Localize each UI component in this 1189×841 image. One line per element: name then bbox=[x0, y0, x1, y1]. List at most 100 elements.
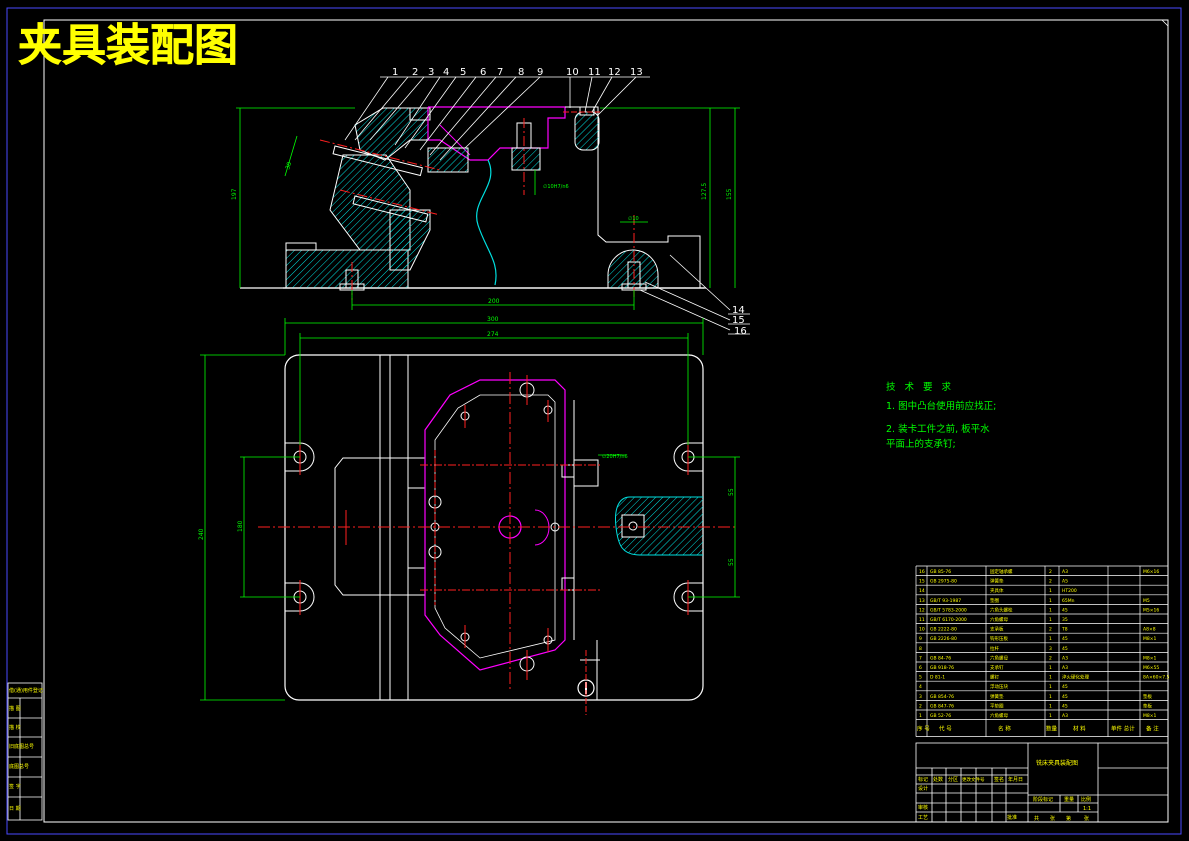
part-row-name: 螺钉 bbox=[990, 674, 999, 681]
part-row-note: M8×1 bbox=[1143, 636, 1157, 642]
part-row-qty: 2 bbox=[1049, 627, 1052, 633]
dim-top-inner-width: 274 bbox=[487, 331, 499, 338]
dim-front-angle: 30 bbox=[284, 161, 293, 171]
part-row-no: 2 bbox=[919, 703, 922, 709]
front-view bbox=[240, 106, 706, 300]
scale-label: 比例 bbox=[1081, 796, 1091, 803]
weight-label: 重量 bbox=[1064, 796, 1074, 803]
side-label-1: 描 图 bbox=[9, 705, 21, 712]
part-row-material: 45 bbox=[1062, 607, 1068, 613]
note-line-3: 平面上的支承钉; bbox=[886, 439, 956, 450]
part-row-code: GB 2226-80 bbox=[930, 636, 957, 642]
balloon-2: 2 bbox=[412, 67, 418, 78]
part-row-note: M5 bbox=[1143, 598, 1150, 604]
part-row-code: GB/T 93-1987 bbox=[930, 598, 961, 604]
technical-notes: 技 术 要 求 1. 图中凸台使用前应找正; 2. 装卡工件之前, 板平水 平面… bbox=[886, 380, 996, 452]
part-row-no: 11 bbox=[919, 617, 925, 623]
part-row-code: GB 85-76 bbox=[930, 569, 951, 575]
part-row-material: A3 bbox=[1062, 713, 1068, 719]
balloon-15: 15 bbox=[732, 315, 745, 326]
balloon-13: 13 bbox=[630, 67, 643, 78]
side-label-3: 旧底图总号 bbox=[9, 743, 34, 750]
part-row-material: A3 bbox=[1062, 665, 1068, 671]
part-row-code: D 81-1 bbox=[930, 675, 945, 681]
notes-heading: 技 术 要 求 bbox=[886, 382, 955, 393]
part-row-name: 平垫圈 bbox=[990, 702, 1004, 709]
part-row-name: 钩形压板 bbox=[990, 635, 1008, 642]
part-row-qty: 1 bbox=[1049, 684, 1052, 690]
dim-front-small: ∅10H7/n6 bbox=[543, 184, 569, 190]
balloon-4: 4 bbox=[443, 67, 449, 78]
dim-top-right1: 55 bbox=[728, 488, 735, 496]
part-row-name: 浮动压块 bbox=[990, 683, 1008, 690]
part-row-material: 45 bbox=[1062, 694, 1068, 700]
role-process: 工艺 bbox=[918, 815, 928, 821]
part-row-qty: 1 bbox=[1049, 703, 1052, 709]
part-row-note: 垫板 bbox=[1143, 702, 1152, 709]
note-line-1: 1. 图中凸台使用前应找正; bbox=[886, 401, 997, 412]
sheet-total-a: 共 bbox=[1034, 815, 1039, 822]
part-row-code: GB 918-76 bbox=[930, 665, 954, 671]
parts-header-0: 序 号 bbox=[917, 725, 930, 733]
part-row-note: M8×1 bbox=[1143, 655, 1157, 661]
assembly-drawing: 夹具装配图 197 127.5 155 200 30 ∅10H7/n6 ∅10 … bbox=[6, 7, 1182, 835]
part-row-material: A3 bbox=[1062, 569, 1068, 575]
parts-table: 16 GB 85-76 固定轴承螺 2 A3 M6×1615 GB 2975-80 弹簧垫 2 A… bbox=[915, 565, 1170, 737]
part-row-qty: 1 bbox=[1049, 598, 1052, 604]
part-row-material: 淬火硬化处理 bbox=[1062, 674, 1089, 681]
parts-header-2: 名 称 bbox=[998, 725, 1011, 733]
part-row-no: 7 bbox=[919, 655, 922, 661]
part-row-no: 8 bbox=[919, 646, 922, 652]
part-row-qty: 1 bbox=[1049, 636, 1052, 642]
part-row-note: M6×55 bbox=[1143, 665, 1159, 671]
part-row-name: 支承板 bbox=[990, 626, 1004, 633]
drawing-name: 铣床夹具装配图 bbox=[1036, 759, 1078, 767]
part-row-name: 拉杆 bbox=[990, 645, 999, 652]
dim-front-height-left: 197 bbox=[231, 188, 238, 200]
side-label-5: 签 字 bbox=[9, 783, 21, 790]
dim-top-right2: 55 bbox=[728, 558, 735, 566]
part-row-name: 支承钉 bbox=[990, 664, 1004, 671]
dim-top-overall-width: 300 bbox=[487, 316, 499, 323]
balloon-5: 5 bbox=[460, 67, 466, 78]
stage-label: 阶段标记 bbox=[1033, 796, 1053, 803]
part-row-no: 9 bbox=[919, 636, 922, 642]
part-row-name: 固定轴承螺 bbox=[990, 568, 1013, 575]
balloon-7: 7 bbox=[497, 67, 503, 78]
part-row-qty: 1 bbox=[1049, 617, 1052, 623]
part-row-code: GB/T 5783-2000 bbox=[930, 607, 967, 613]
part-row-no: 1 bbox=[919, 713, 922, 719]
sheet-border-inner bbox=[43, 19, 1169, 823]
part-row-no: 13 bbox=[919, 598, 925, 604]
part-row-code: GB 84-76 bbox=[930, 655, 951, 661]
parts-header-6: 备 注 bbox=[1146, 725, 1159, 733]
part-row-note: M6×16 bbox=[1143, 569, 1159, 575]
side-label-2: 描 校 bbox=[9, 724, 21, 731]
part-row-code: GB 847-76 bbox=[930, 703, 954, 709]
dim-front-height-right1: 127.5 bbox=[701, 183, 708, 200]
part-row-no: 4 bbox=[919, 684, 922, 690]
drawing-title: 夹具装配图 bbox=[18, 20, 238, 71]
title-label-mark: 标记 bbox=[918, 776, 928, 783]
balloon-12: 12 bbox=[608, 67, 621, 78]
sheet-total-b: 张 bbox=[1050, 815, 1055, 822]
balloon-9: 9 bbox=[537, 67, 543, 78]
part-row-material: T8 bbox=[1061, 627, 1068, 633]
part-row-note: 8A×60×7.5 bbox=[1143, 675, 1170, 681]
part-row-material: A3 bbox=[1062, 655, 1068, 661]
part-row-name: 六角螺母 bbox=[990, 654, 1008, 661]
part-row-qty: 1 bbox=[1049, 607, 1052, 613]
dim-top-left: 180 bbox=[237, 520, 244, 532]
part-row-name: 六角头螺栓 bbox=[990, 606, 1013, 613]
part-row-qty: 1 bbox=[1049, 665, 1052, 671]
side-strip bbox=[7, 682, 43, 821]
balloon-3: 3 bbox=[428, 67, 434, 78]
sheet-no-a: 第 bbox=[1066, 815, 1071, 822]
title-label-date: 年月日 bbox=[1008, 776, 1023, 783]
part-row-name: 六角螺母 bbox=[990, 712, 1008, 719]
part-row-name: 六角螺母 bbox=[990, 616, 1008, 623]
top-view bbox=[258, 354, 735, 715]
part-row-material: 35 bbox=[1062, 617, 1068, 623]
parts-header-1: 代 号 bbox=[939, 725, 952, 733]
balloon-8: 8 bbox=[518, 67, 524, 78]
